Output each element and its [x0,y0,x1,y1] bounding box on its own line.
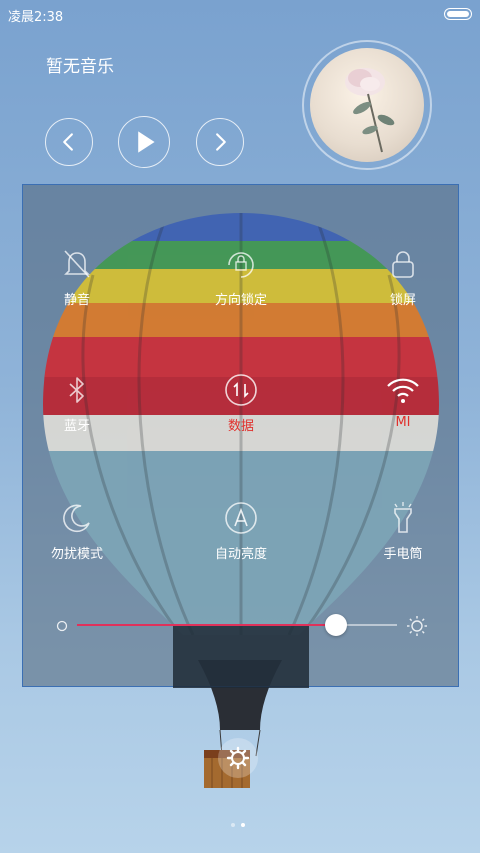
toggle-do-not-disturb[interactable]: 勿扰模式 [27,501,127,562]
battery-icon [444,8,472,20]
toggle-label: 自动亮度 [214,547,267,562]
bell-off-icon [64,250,90,278]
lock-icon [392,251,414,278]
bluetooth-icon [69,377,84,403]
page-dot-active[interactable] [241,823,245,827]
chevron-left-icon [63,133,73,151]
toggle-bluetooth[interactable]: 蓝牙 [27,373,127,434]
toggle-label: 手电筒 [383,547,423,562]
wifi-icon [387,378,419,403]
status-time: 凌晨2:38 [8,10,64,25]
quick-settings-panel: 静音 方向锁定 锁屏 蓝牙 数据 MI 勿扰模式 自动亮度 手电筒 [22,184,459,688]
toggle-label: 静音 [63,293,90,308]
toggle-flashlight[interactable]: 手电筒 [353,501,453,562]
previous-button[interactable] [45,118,93,166]
data-transfer-icon [225,374,257,406]
page-dot[interactable] [231,823,235,827]
toggle-label: 锁屏 [389,293,416,308]
brightness-slider[interactable] [77,614,397,636]
brightness-fill [77,624,337,626]
flashlight-icon [394,502,412,533]
chevron-right-icon [216,133,226,151]
toggle-lock-screen[interactable]: 锁屏 [353,247,453,308]
toggle-wifi[interactable]: MI [353,373,453,430]
rose-image [345,68,395,153]
next-button[interactable] [196,118,244,166]
rotation-lock-icon [228,252,254,278]
moon-icon [63,504,90,533]
page-indicator [231,812,251,831]
toggle-rotation-lock[interactable]: 方向锁定 [191,247,291,308]
play-icon [138,131,155,153]
toggle-data[interactable]: 数据 [191,373,291,434]
toggle-label: 勿扰模式 [50,547,103,562]
sun-icon [407,616,427,636]
toggle-silent[interactable]: 静音 [27,247,127,308]
album-art[interactable] [310,48,424,162]
brightness-low-icon [56,620,68,632]
play-button[interactable] [118,116,170,168]
auto-a-icon [225,502,257,534]
toggle-label: MI [395,415,411,430]
settings-button[interactable] [218,738,258,778]
toggle-label: 数据 [227,419,254,434]
toggle-label: 方向锁定 [214,293,267,308]
gear-icon [226,746,250,770]
toggle-auto-brightness[interactable]: 自动亮度 [191,501,291,562]
music-title: 暂无音乐 [46,57,114,77]
toggle-label: 蓝牙 [63,419,90,434]
